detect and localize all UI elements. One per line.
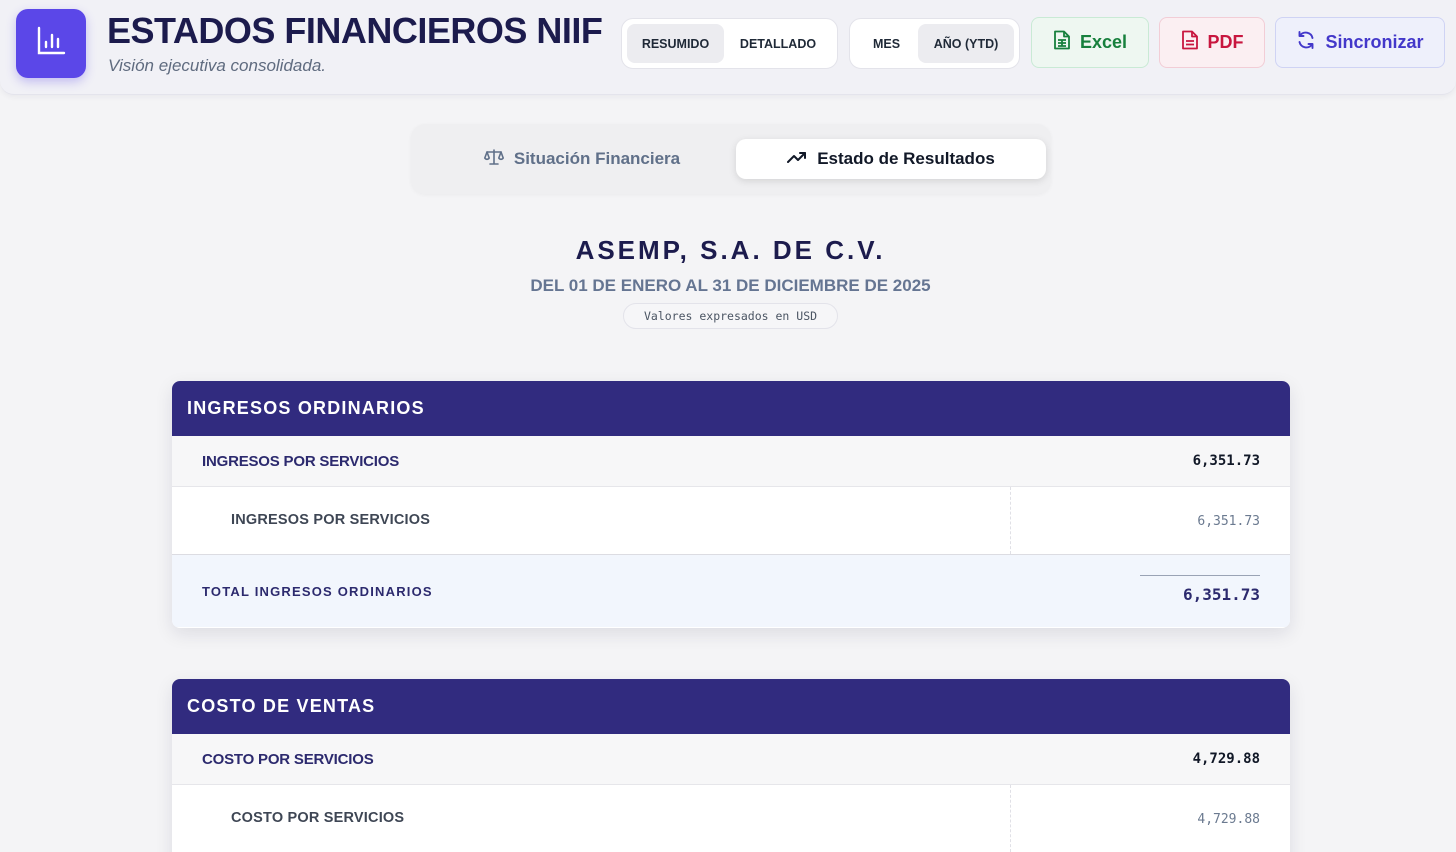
column-divider — [1010, 487, 1011, 554]
column-divider — [1010, 785, 1011, 852]
account-detail-value: 4,729.88 — [1197, 812, 1260, 827]
account-group-value: 4,729.88 — [1192, 751, 1260, 767]
account-detail-label: INGRESOS POR SERVICIOS — [231, 512, 431, 528]
section-title: INGRESOS ORDINARIOS — [172, 381, 1290, 436]
currency-note: Valores expresados en USD — [623, 303, 838, 329]
export-pdf-label: PDF — [1207, 32, 1244, 52]
section-costo-de-ventas: COSTO DE VENTAS COSTO POR SERVICIOS 4,72… — [172, 679, 1290, 852]
account-group-label: INGRESOS POR SERVICIOS — [202, 452, 400, 470]
account-detail-label: COSTO POR SERVICIOS — [231, 810, 405, 826]
tab-situacion-financiera[interactable]: Situación Financiera — [429, 139, 735, 179]
export-excel-button[interactable]: Excel — [1031, 17, 1149, 68]
account-detail-row[interactable]: COSTO POR SERVICIOS 4,729.88 — [172, 785, 1290, 852]
export-excel-label: Excel — [1079, 32, 1128, 52]
app-logo — [16, 9, 86, 78]
tab-label: Estado de Resultados — [817, 149, 995, 168]
export-pdf-button[interactable]: PDF — [1159, 17, 1265, 68]
tab-label: Situación Financiera — [513, 149, 681, 168]
refresh-icon — [1296, 30, 1316, 55]
account-detail-value: 6,351.73 — [1197, 514, 1260, 529]
detailed-view-button[interactable]: DETALLADO — [724, 24, 832, 63]
sync-button[interactable]: Sincronizar — [1275, 17, 1445, 68]
trending-up-icon — [787, 149, 807, 169]
tab-estado-resultados[interactable]: Estado de Resultados — [736, 139, 1046, 179]
company-name: ASEMP, S.A. DE C.V. — [575, 235, 886, 265]
total-rule — [1140, 575, 1260, 576]
statement-tabs: Situación Financiera Estado de Resultado… — [411, 124, 1051, 194]
section-total-value: 6,351.73 — [1182, 585, 1260, 604]
page-subtitle: Visión ejecutiva consolidada. — [108, 56, 326, 75]
account-detail-row[interactable]: INGRESOS POR SERVICIOS 6,351.73 — [172, 487, 1290, 555]
report-period: DEL 01 DE ENERO AL 31 DE DICIEMBRE DE 20… — [530, 276, 931, 295]
account-group-value: 6,351.73 — [1192, 453, 1260, 469]
account-group-row[interactable]: COSTO POR SERVICIOS 4,729.88 — [172, 734, 1290, 785]
section-title: COSTO DE VENTAS — [172, 679, 1290, 734]
app-header: ESTADOS FINANCIEROS NIIF Visión ejecutiv… — [0, 0, 1456, 95]
bar-chart-icon — [34, 24, 68, 63]
section-ingresos-ordinarios: INGRESOS ORDINARIOS INGRESOS POR SERVICI… — [172, 381, 1290, 628]
summary-view-button[interactable]: RESUMIDO — [627, 24, 724, 63]
period-mode-toggle: MES AÑO (YTD) — [849, 18, 1020, 69]
scale-icon — [483, 148, 504, 171]
view-mode-toggle: RESUMIDO DETALLADO — [621, 18, 838, 69]
section-total-row: TOTAL INGRESOS ORDINARIOS 6,351.73 — [172, 555, 1290, 627]
document-file-icon — [1181, 30, 1199, 55]
section-total-label: TOTAL INGRESOS ORDINARIOS — [202, 584, 433, 599]
month-period-button[interactable]: MES — [855, 24, 918, 63]
account-group-row[interactable]: INGRESOS POR SERVICIOS 6,351.73 — [172, 436, 1290, 487]
page-title: ESTADOS FINANCIEROS NIIF — [107, 10, 603, 51]
spreadsheet-file-icon — [1053, 30, 1071, 55]
sync-label: Sincronizar — [1325, 32, 1424, 52]
account-group-label: COSTO POR SERVICIOS — [202, 750, 374, 768]
ytd-period-button[interactable]: AÑO (YTD) — [918, 24, 1014, 63]
